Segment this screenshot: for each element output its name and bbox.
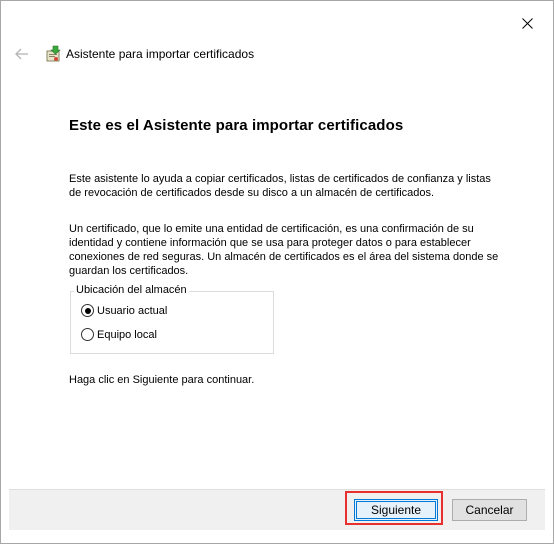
window-title: Asistente para importar certificados: [66, 47, 255, 61]
close-icon: [521, 17, 533, 29]
certificate-description: Un certificado, que lo emite una entidad…: [69, 223, 499, 277]
continue-instruction: Haga clic en Siguiente para continuar.: [69, 374, 255, 386]
close-button[interactable]: [512, 10, 542, 36]
radio-current-user-label: Usuario actual: [97, 304, 168, 317]
back-arrow-icon: [15, 48, 28, 60]
wizard-window: Asistente para importar certificados Est…: [0, 0, 554, 544]
next-button[interactable]: Siguiente: [354, 499, 438, 521]
radio-local-machine-label: Equipo local: [97, 328, 157, 341]
cancel-button[interactable]: Cancelar: [452, 499, 527, 521]
page-heading: Este es el Asistente para importar certi…: [69, 117, 404, 134]
back-button[interactable]: [12, 45, 32, 63]
store-location-group: [70, 291, 274, 354]
radio-local-machine[interactable]: Equipo local: [81, 328, 157, 341]
certificate-wizard-icon: [46, 45, 61, 62]
radio-selected-icon[interactable]: [81, 304, 94, 317]
radio-unselected-icon[interactable]: [81, 328, 94, 341]
intro-paragraph: Este asistente lo ayuda a copiar certifi…: [69, 173, 491, 199]
radio-current-user[interactable]: Usuario actual: [81, 304, 167, 317]
store-location-legend: Ubicación del almacén: [74, 284, 189, 296]
